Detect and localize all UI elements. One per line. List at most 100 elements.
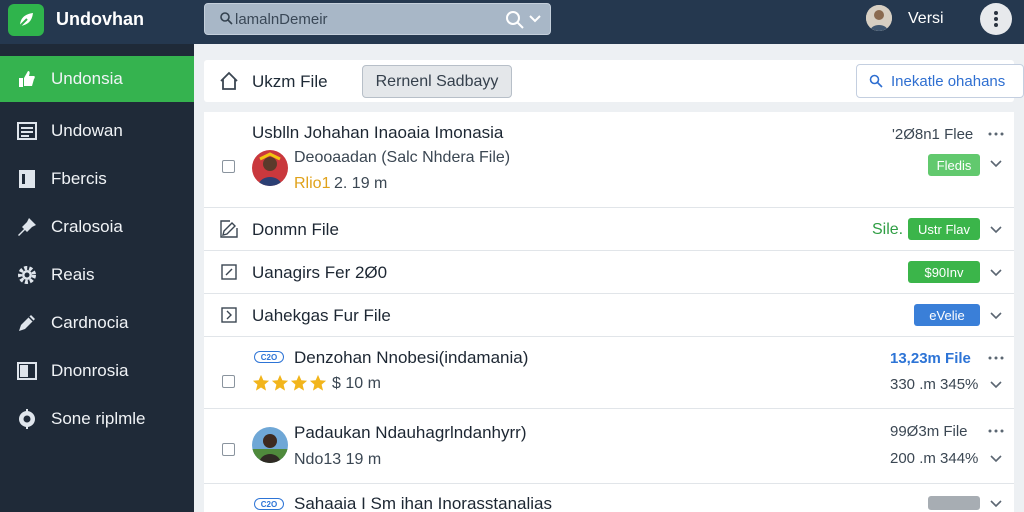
sidebar-item-label: Undonsia	[51, 69, 123, 88]
chevron-down-icon[interactable]	[990, 226, 1002, 234]
status-badge	[928, 496, 980, 510]
table-row[interactable]: Uanagirs Fer 2Ø0 $90Inv	[204, 251, 1014, 294]
invite-button[interactable]: Inekatle ohahans	[856, 64, 1024, 98]
row-title: Uahekgas Fur File	[252, 306, 391, 325]
sidebar-item-label: Undowan	[51, 121, 123, 140]
sidebar-item-cardnocia[interactable]: Cardnocia	[0, 300, 194, 346]
chevron-down-icon[interactable]	[990, 381, 1002, 389]
sidebar-item-undonsia[interactable]: Undonsia	[0, 56, 194, 102]
page-title: Ukzm File	[252, 72, 328, 91]
file-list: Usblln Johahan Inaoaia Imonasia Deooaada…	[204, 112, 1014, 512]
table-row[interactable]: Usblln Johahan Inaoaia Imonasia Deooaada…	[204, 112, 1014, 208]
home-icon[interactable]	[218, 70, 240, 92]
app-logo[interactable]	[8, 4, 44, 36]
sidebar-item-label: Cardnocia	[51, 313, 129, 332]
row-checkbox[interactable]	[222, 443, 235, 456]
row-subtitle: Deooaadan (Salc Nhdera File)	[294, 149, 511, 166]
thumb-icon	[16, 68, 38, 90]
search-icon	[869, 74, 883, 88]
row-meta-time: 2. 19 m	[334, 175, 388, 192]
row-meta-tag: Rlio1	[294, 175, 331, 192]
sidebar-item-label: Cralosoia	[51, 217, 123, 236]
app-title: Undovhan	[56, 9, 144, 29]
sidebar-item-sone-riplmle[interactable]: Sone riplmle	[0, 396, 194, 442]
table-row[interactable]: Uahekgas Fur File eVelie	[204, 294, 1014, 337]
sidebar-item-dnonrosia[interactable]: Dnonrosia	[0, 348, 194, 394]
table-row[interactable]: Donmn File Sile. Ustr Flav	[204, 208, 1014, 251]
toolbar: Ukzm File Rernenl Sadbayy Inekatle ohaha…	[204, 60, 1024, 102]
row-size: 99Ø3m File	[890, 423, 968, 440]
star-rating	[252, 374, 327, 392]
row-size-secondary: 330 .m 345%	[890, 376, 979, 393]
row-size: '2Ø8n1 Flee	[892, 126, 974, 143]
sidebar-item-label: Dnonrosia	[51, 361, 129, 380]
chevron-down-icon[interactable]	[990, 160, 1002, 168]
star-icon	[252, 374, 270, 391]
status-badge: Fledis	[928, 154, 980, 176]
top-bar: Undovhan Versi	[0, 0, 1024, 44]
gear-icon	[16, 264, 38, 286]
row-size: 13,23m File	[890, 350, 971, 367]
more-horizontal-icon[interactable]	[988, 132, 1004, 136]
user-avatar[interactable]	[866, 5, 892, 31]
list-icon	[16, 120, 38, 142]
search-input[interactable]	[235, 9, 495, 29]
document-icon	[16, 168, 38, 190]
row-title: Denzohan Nnobesi(indamania)	[294, 348, 529, 367]
row-title: Uanagirs Fer 2Ø0	[252, 263, 388, 282]
chevron-down-icon[interactable]	[990, 312, 1002, 320]
star-icon	[271, 374, 289, 391]
table-row[interactable]: Padaukan Ndauhagrlndanhyrr) Ndo13 19 m 9…	[204, 409, 1014, 484]
table-row[interactable]: C2O Denzohan Nnobesi(indamania) $ 10 m 1…	[204, 337, 1014, 409]
avatar	[252, 427, 288, 463]
pin-icon	[16, 216, 38, 238]
row-status: Sile.	[872, 221, 904, 238]
edit-icon	[220, 220, 238, 238]
chevron-down-icon[interactable]	[990, 455, 1002, 463]
table-row[interactable]: C2O Sahaaia I Sm ihan Inorasstanalias	[204, 484, 1014, 512]
tag-pill: C2O	[254, 351, 284, 363]
primary-action-button[interactable]: Rernenl Sadbayy	[362, 65, 512, 98]
sidebar-item-label: Fbercis	[51, 169, 107, 188]
more-vertical-icon	[994, 11, 998, 27]
chevron-down-icon[interactable]	[990, 500, 1002, 508]
row-checkbox[interactable]	[222, 375, 235, 388]
pencil-icon	[16, 312, 38, 334]
row-meta-time: Ndo13 19 m	[294, 451, 382, 468]
search-icon[interactable]	[505, 10, 525, 30]
sidebar-item-fbercis[interactable]: Fbercis	[0, 156, 194, 202]
resize-icon	[221, 264, 237, 280]
sidebar-item-undowan[interactable]: Undowan	[0, 108, 194, 154]
more-horizontal-icon[interactable]	[988, 429, 1004, 433]
search-icon	[220, 12, 233, 25]
more-horizontal-icon[interactable]	[988, 356, 1004, 360]
row-title: Sahaaia I Sm ihan Inorasstanalias	[294, 494, 552, 512]
search-bar[interactable]	[204, 3, 551, 35]
main-content: Ukzm File Rernenl Sadbayy Inekatle ohaha…	[194, 44, 1024, 512]
play-icon	[221, 307, 237, 323]
avatar	[252, 150, 288, 186]
invite-button-label: Inekatle ohahans	[891, 72, 1006, 90]
person-icon	[866, 5, 892, 31]
row-meta-time: $ 10 m	[332, 375, 381, 392]
more-options-button[interactable]	[980, 3, 1012, 35]
chevron-down-icon[interactable]	[990, 269, 1002, 277]
star-icon	[290, 374, 308, 391]
status-badge: eVelie	[914, 304, 980, 326]
row-title: Padaukan Ndauhagrlndanhyrr)	[294, 423, 527, 442]
row-title: Usblln Johahan Inaoaia Imonasia	[252, 123, 504, 142]
row-size-secondary: 200 .m 344%	[890, 450, 979, 467]
panel-icon	[16, 360, 38, 382]
sidebar-item-label: Sone riplmle	[51, 409, 146, 428]
tag-pill: C2O	[254, 498, 284, 510]
person-icon	[252, 427, 288, 463]
chevron-down-icon[interactable]	[529, 14, 541, 24]
row-title: Donmn File	[252, 220, 339, 239]
user-name[interactable]: Versi	[908, 10, 944, 28]
sidebar-item-cralosoia[interactable]: Cralosoia	[0, 204, 194, 250]
sidebar-item-label: Reais	[51, 265, 95, 284]
star-icon	[309, 374, 327, 391]
sidebar-item-reais[interactable]: Reais	[0, 252, 194, 298]
row-checkbox[interactable]	[222, 160, 235, 173]
status-badge: $90Inv	[908, 261, 980, 283]
